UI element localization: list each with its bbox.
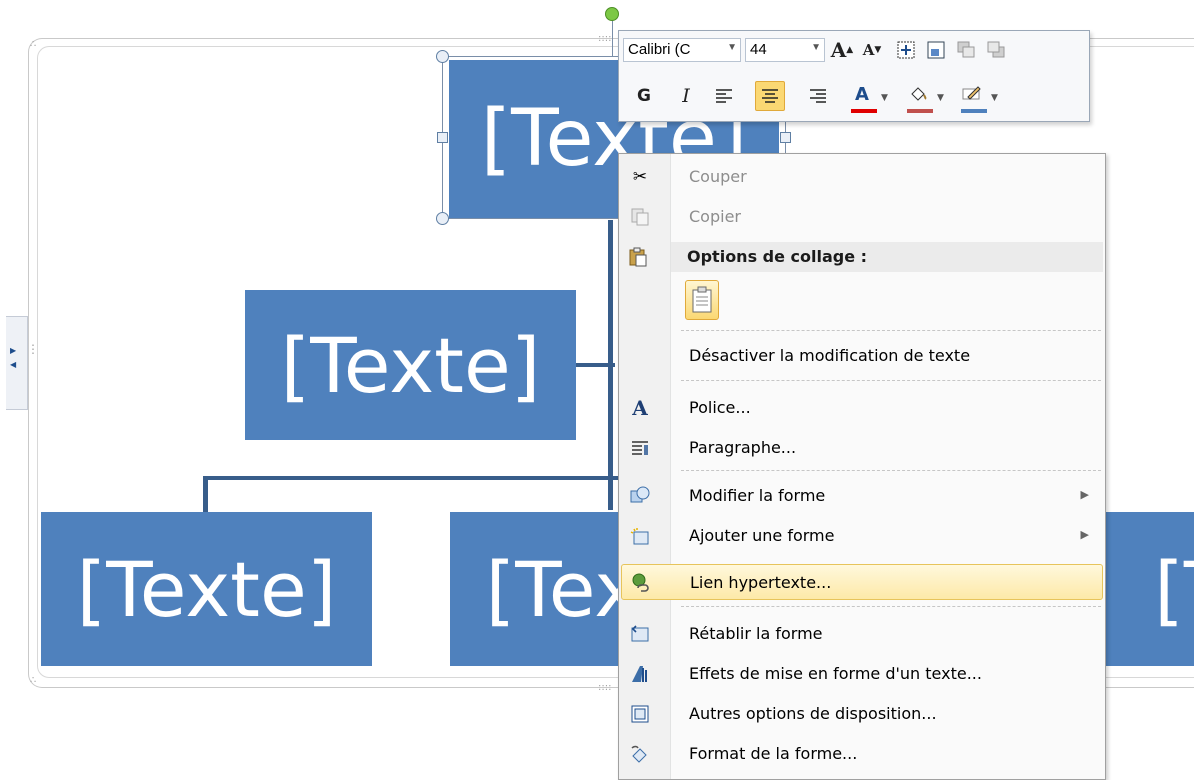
font-color-swatch — [851, 109, 877, 113]
frame-side-dots: ⋮ — [27, 342, 39, 356]
text-pane-toggle[interactable]: ▶ ◀ — [6, 316, 28, 410]
add-shape-icon — [629, 525, 651, 547]
send-backward-icon[interactable] — [983, 37, 1009, 63]
frame-corner-dots: ∴ — [30, 675, 37, 686]
menu-item-add-shape[interactable]: Ajouter une forme ▶ — [621, 518, 1103, 554]
rotation-handle[interactable] — [605, 7, 619, 21]
frame-top-dots: :::: — [598, 33, 612, 44]
menu-separator — [681, 330, 1101, 331]
smartart-box-assistant[interactable]: [Texte] — [245, 290, 576, 440]
resize-handle-top-left[interactable] — [436, 50, 449, 63]
frame-corner-dots: ∴ — [30, 39, 37, 50]
menu-item-hyperlink[interactable]: Lien hypertexte... — [621, 564, 1103, 600]
menu-item-copy[interactable]: Copier — [621, 199, 1103, 235]
paste-options-header: Options de collage : — [671, 242, 1103, 272]
font-icon: A — [632, 396, 648, 420]
smartart-box-bottom-left[interactable]: [Texte] — [41, 512, 372, 666]
font-name-combo[interactable]: Calibri (C ▼ — [623, 38, 741, 62]
paste-keep-text-button[interactable] — [685, 280, 719, 320]
reset-shape-icon — [629, 623, 651, 645]
submenu-arrow-icon: ▶ — [1080, 488, 1089, 501]
context-menu: ✂ Couper Copier Options de collage : Dés… — [618, 153, 1106, 780]
collapse-left-icon: ◀ — [10, 360, 17, 369]
chevron-down-icon[interactable]: ▼ — [881, 93, 888, 103]
paragraph-icon — [629, 437, 651, 459]
smartart-box-bottom-right[interactable]: [Texte] — [1100, 512, 1194, 666]
text-effects-icon — [629, 663, 651, 685]
change-shape-icon — [629, 485, 651, 507]
font-color-icon[interactable]: A — [849, 81, 875, 107]
line-color-swatch — [961, 109, 987, 113]
line-color-icon[interactable] — [959, 81, 985, 107]
chevron-down-icon: ▼ — [811, 42, 821, 53]
menu-item-more-layout-options[interactable]: Autres options de disposition... — [621, 696, 1103, 732]
fill-color-swatch — [907, 109, 933, 113]
menu-item-disable-text-edit[interactable]: Désactiver la modification de texte — [621, 338, 1103, 374]
resize-handle-right[interactable] — [780, 132, 791, 143]
align-left-icon[interactable] — [711, 83, 737, 109]
menu-item-font[interactable]: A Police... — [621, 390, 1103, 426]
align-center-icon[interactable] — [755, 81, 785, 111]
chevron-down-icon: ▼ — [727, 42, 737, 53]
submenu-arrow-icon: ▶ — [1080, 528, 1089, 541]
menu-item-change-shape[interactable]: Modifier la forme ▶ — [621, 478, 1103, 514]
bring-forward-icon[interactable] — [953, 37, 979, 63]
menu-item-reset-shape[interactable]: Rétablir la forme — [621, 616, 1103, 652]
align-right-icon[interactable] — [805, 83, 831, 109]
italic-button[interactable]: I — [673, 83, 699, 109]
bold-button[interactable]: G — [631, 83, 657, 109]
select-all-icon[interactable] — [893, 37, 919, 63]
format-shape-icon — [629, 743, 651, 765]
layout-options-icon — [629, 703, 651, 725]
menu-item-format-shape[interactable]: Format de la forme... — [621, 736, 1103, 772]
expand-right-icon: ▶ — [10, 346, 17, 355]
chevron-down-icon[interactable]: ▼ — [991, 93, 998, 103]
menu-separator — [681, 606, 1101, 607]
resize-handle-bottom-left[interactable] — [436, 212, 449, 225]
scissors-icon: ✂ — [632, 167, 648, 187]
menu-item-paragraph[interactable]: Paragraphe... — [621, 430, 1103, 466]
connector-left-drop — [203, 476, 208, 512]
paste-icon-slot — [619, 242, 671, 272]
menu-separator — [681, 470, 1101, 471]
chevron-down-icon[interactable]: ▼ — [937, 93, 944, 103]
mini-toolbar: Calibri (C ▼ 44 ▼ A ▲ A ▼ G I A ▼ ▼ ▼ — [618, 30, 1090, 122]
grow-font-icon[interactable]: A ▲ — [829, 37, 855, 63]
font-size-combo[interactable]: 44 ▼ — [745, 38, 825, 62]
layout-icon[interactable] — [923, 37, 949, 63]
paste-icon — [627, 246, 649, 268]
copy-icon — [629, 206, 651, 228]
menu-separator — [681, 380, 1101, 381]
shrink-font-icon[interactable]: A ▼ — [859, 37, 885, 63]
connector-assistant — [575, 363, 615, 367]
hyperlink-icon — [630, 572, 652, 594]
fill-color-icon[interactable] — [905, 81, 931, 107]
resize-handle-left[interactable] — [437, 132, 448, 143]
frame-bottom-dots: :::: — [598, 682, 612, 693]
menu-item-text-effects[interactable]: Effets de mise en forme d'un texte... — [621, 656, 1103, 692]
menu-item-cut[interactable]: ✂ Couper — [621, 159, 1103, 195]
